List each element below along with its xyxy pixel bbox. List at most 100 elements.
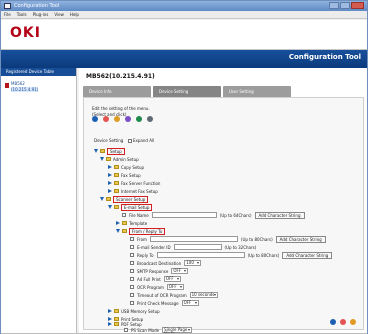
tab-user-setting[interactable]: User Setting bbox=[223, 86, 291, 97]
a4-full-print-select[interactable]: OFF bbox=[163, 276, 181, 282]
timeout-ocr-program-checkbox[interactable] bbox=[130, 293, 134, 297]
title-bar: Configuration Tool bbox=[1, 1, 367, 11]
folder-icon bbox=[100, 149, 105, 153]
a4-full-print-setting: A4 Full Print OFF bbox=[130, 275, 181, 283]
settings-icon[interactable] bbox=[147, 116, 153, 122]
setting-label: Broadcast Destination bbox=[137, 260, 182, 266]
tree-item-setup[interactable]: Setup bbox=[94, 147, 125, 155]
email-sender-id-input[interactable] bbox=[173, 244, 222, 250]
expand-all-check[interactable]: Expand All bbox=[128, 138, 154, 143]
email-sender-id-checkbox[interactable] bbox=[130, 245, 134, 249]
oki-logo: OKI bbox=[10, 25, 41, 41]
tree-item-copy-setup[interactable]: Copy Setup bbox=[108, 163, 144, 171]
menu-help[interactable]: Help bbox=[70, 12, 79, 17]
expand-down-icon bbox=[100, 157, 104, 161]
device-name: MB562 bbox=[11, 81, 25, 86]
maximize-button[interactable] bbox=[340, 2, 350, 9]
smtp-response-checkbox[interactable] bbox=[130, 269, 134, 273]
tab-device-info[interactable]: Device Info bbox=[83, 86, 151, 97]
device-list-item[interactable]: MB562 (10.215.4.91) bbox=[5, 81, 40, 93]
tree-item-internet-fax-setup[interactable]: Internet Fax Setup bbox=[108, 187, 158, 195]
info-icon[interactable] bbox=[350, 319, 356, 325]
description-line-1: Edit the setting of the menu. bbox=[92, 106, 150, 111]
tree-label: E-mail Setup bbox=[121, 203, 153, 211]
shield-icon[interactable] bbox=[103, 116, 109, 122]
logo-row: OKI bbox=[1, 20, 367, 50]
tree-item-fax-setup[interactable]: Fax Setup bbox=[108, 171, 141, 179]
warning-icon[interactable] bbox=[340, 319, 346, 325]
main-content: MB562(10.215.4.91) Device Info Device Se… bbox=[79, 68, 367, 334]
expand-right-icon bbox=[108, 189, 112, 193]
reply-to-label: Reply To bbox=[137, 252, 154, 258]
folder-icon bbox=[106, 197, 111, 201]
menu-tools[interactable]: Tools bbox=[17, 12, 27, 17]
broadcast-destination-select[interactable]: 100 bbox=[184, 260, 202, 266]
reload-icon[interactable] bbox=[330, 319, 336, 325]
menu-view[interactable]: View bbox=[54, 12, 64, 17]
menu-plugins[interactable]: Plug-ins bbox=[33, 12, 49, 17]
navigation-label: Device Setting bbox=[94, 138, 124, 143]
print-check-message-select[interactable]: OFF bbox=[181, 300, 199, 306]
tree-item-template[interactable]: Template bbox=[116, 219, 147, 227]
expand-right-icon bbox=[108, 309, 112, 313]
device-setting-panel: Edit the setting of the menu. (Select an… bbox=[83, 97, 364, 334]
expand-down-icon bbox=[108, 205, 112, 209]
ps-scan-mode-checkbox[interactable] bbox=[124, 328, 128, 332]
expand-right-icon bbox=[108, 165, 112, 169]
menu-bar: File Tools Plug-ins View Help bbox=[1, 11, 367, 19]
ps-scan-mode-label: PS Scan Mode bbox=[131, 327, 160, 333]
user-icon[interactable] bbox=[114, 116, 120, 122]
reply-to-checkbox[interactable] bbox=[130, 253, 134, 257]
tree-item-fax-server-function[interactable]: Fax Server Function bbox=[108, 179, 160, 187]
help-icon[interactable] bbox=[125, 116, 131, 122]
tree-item-scanner-setup[interactable]: Scanner Setup bbox=[100, 195, 149, 203]
ocr-program-checkbox[interactable] bbox=[130, 285, 134, 289]
ocr-program-select[interactable]: OFF bbox=[166, 284, 184, 290]
file-name-input[interactable] bbox=[151, 212, 217, 218]
from-checkbox[interactable] bbox=[130, 237, 134, 241]
menu-file[interactable]: File bbox=[4, 12, 11, 17]
expand-down-icon bbox=[94, 149, 98, 153]
tree-label: Admin Setup bbox=[113, 156, 139, 162]
folder-icon bbox=[114, 309, 119, 313]
computer-icon[interactable] bbox=[92, 116, 98, 122]
folder-icon bbox=[114, 181, 119, 185]
folder-icon bbox=[114, 165, 119, 169]
tree-label: Internet Fax Setup bbox=[121, 188, 158, 194]
minimize-button[interactable] bbox=[329, 2, 339, 9]
expand-down-icon bbox=[100, 197, 104, 201]
setting-label: Print Check Message bbox=[137, 300, 179, 306]
close-button[interactable] bbox=[351, 2, 364, 9]
tab-device-setting[interactable]: Device Setting bbox=[153, 86, 221, 97]
from-limit: (Up to 80Chars) bbox=[240, 236, 273, 242]
file-name-add-string-button[interactable]: Add Character String bbox=[254, 211, 305, 219]
reply-to-add-string-button[interactable]: Add Character String bbox=[282, 251, 333, 259]
tree-item-usb-memory-setup[interactable]: USB Memory Setup bbox=[108, 307, 160, 315]
a4-full-print-checkbox[interactable] bbox=[130, 277, 134, 281]
from-input[interactable] bbox=[149, 236, 238, 242]
tree-item-from-reply-to[interactable]: From / Reply To bbox=[116, 227, 166, 235]
tree-item-admin-setup[interactable]: Admin Setup bbox=[100, 155, 139, 163]
header-band: Configuration Tool bbox=[1, 50, 367, 68]
email-sender-id-limit: (Up to 32Chars) bbox=[224, 244, 257, 250]
folder-icon[interactable] bbox=[136, 116, 142, 122]
broadcast-destination-setting: Broadcast Destination 100 bbox=[130, 259, 202, 267]
app-icon bbox=[4, 3, 11, 9]
expand-down-icon bbox=[116, 229, 120, 233]
smtp-response-select[interactable]: OFF bbox=[171, 268, 189, 274]
setting-label: SMTP Response bbox=[137, 268, 169, 274]
reply-to-input[interactable] bbox=[156, 252, 245, 258]
folder-icon bbox=[114, 189, 119, 193]
tree-label: Setup bbox=[107, 147, 125, 155]
expand-right-icon bbox=[116, 221, 120, 225]
print-check-message-checkbox[interactable] bbox=[130, 301, 134, 305]
tree-label: From / Reply To bbox=[129, 227, 166, 235]
reply-to-field: Reply To (Up to 80Chars) Add Character S… bbox=[130, 251, 333, 259]
expand-right-icon bbox=[108, 173, 112, 177]
tree-item-email-setup[interactable]: E-mail Setup bbox=[108, 203, 153, 211]
file-name-checkbox[interactable] bbox=[122, 213, 126, 217]
timeout-ocr-program-select[interactable]: 10 seconds bbox=[189, 292, 218, 298]
from-add-string-button[interactable]: Add Character String bbox=[275, 235, 326, 243]
print-check-message-setting: Print Check Message OFF bbox=[130, 299, 199, 307]
broadcast-destination-checkbox[interactable] bbox=[130, 261, 134, 265]
